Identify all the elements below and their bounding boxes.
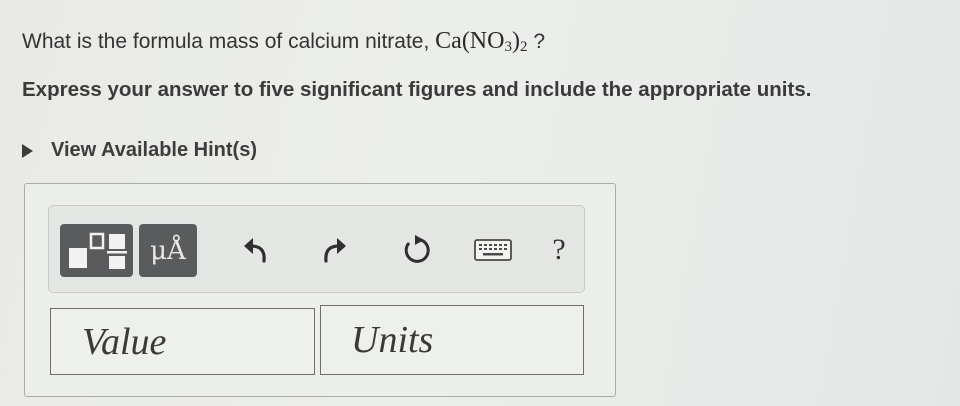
templates-button[interactable] bbox=[60, 224, 133, 277]
question-text: What is the formula mass of calcium nitr… bbox=[22, 28, 545, 56]
redo-icon bbox=[324, 238, 346, 263]
redo-button[interactable] bbox=[311, 228, 355, 272]
help-label: ? bbox=[552, 233, 566, 266]
units-input[interactable]: Units bbox=[320, 305, 584, 375]
answer-box: μÅ ? Value Units bbox=[24, 183, 616, 397]
keyboard-button[interactable] bbox=[467, 228, 519, 272]
help-button[interactable]: ? bbox=[537, 228, 581, 272]
reset-button[interactable] bbox=[395, 228, 439, 272]
question-mark: ? bbox=[533, 30, 546, 53]
units-placeholder: Units bbox=[351, 319, 434, 361]
formula-close-paren: ) bbox=[511, 28, 520, 54]
formula-subscript-2: 2 bbox=[519, 39, 528, 55]
units-button-label: μÅ bbox=[150, 235, 186, 266]
chemical-formula: Ca(NO3)2 bbox=[435, 28, 528, 55]
keyboard-icon bbox=[474, 239, 512, 261]
reset-icon bbox=[404, 235, 430, 263]
question-prompt: What is the formula mass of calcium nitr… bbox=[22, 30, 430, 53]
view-hints-link[interactable]: View Available Hint(s) bbox=[22, 139, 257, 162]
value-placeholder: Value bbox=[82, 320, 167, 363]
units-button[interactable]: μÅ bbox=[139, 224, 197, 277]
triangle-right-icon bbox=[22, 143, 33, 158]
formula-subscript-1: 3 bbox=[504, 39, 512, 55]
instruction-text: Express your answer to five significant … bbox=[22, 78, 812, 101]
formula-main: Ca(NO bbox=[435, 28, 505, 54]
view-hints-label: View Available Hint(s) bbox=[51, 139, 257, 161]
undo-icon bbox=[244, 238, 266, 263]
templates-icon bbox=[68, 232, 127, 269]
undo-button[interactable] bbox=[235, 228, 279, 272]
answer-toolbar: μÅ ? bbox=[48, 205, 585, 293]
value-input[interactable]: Value bbox=[50, 308, 315, 375]
